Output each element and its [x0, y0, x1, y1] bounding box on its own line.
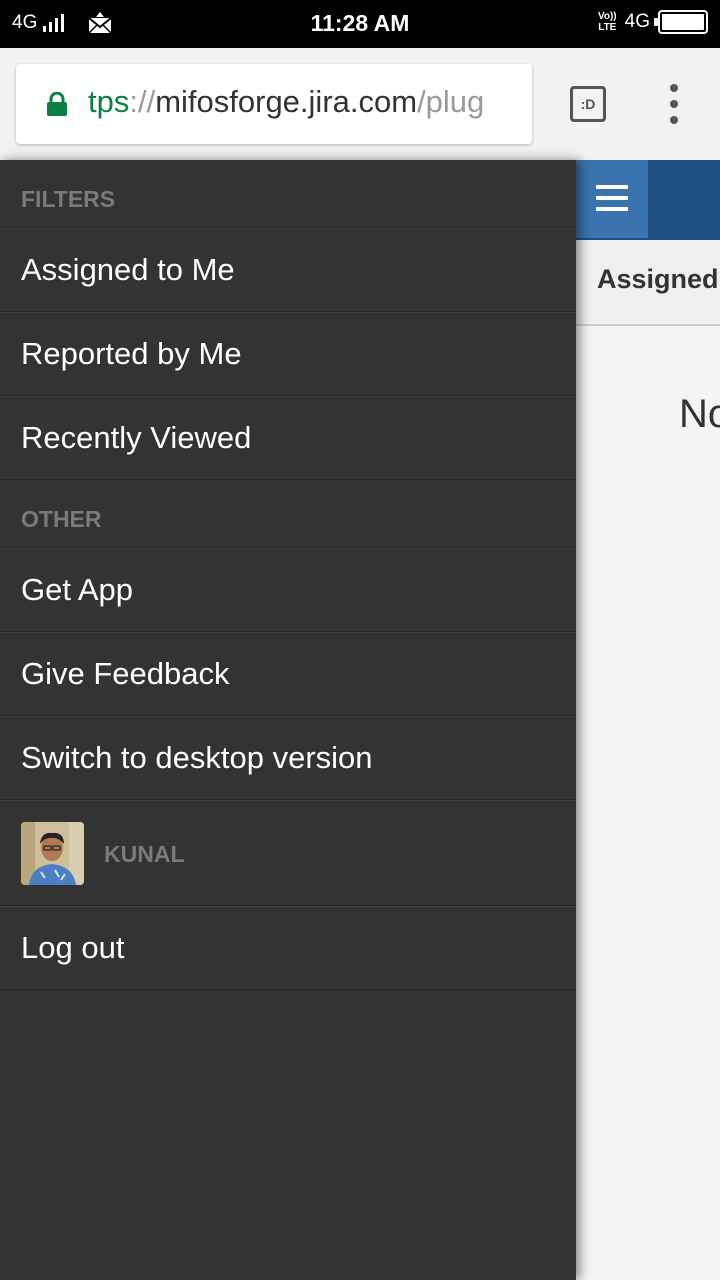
menu-item-assigned-to-me[interactable]: Assigned to Me	[0, 228, 576, 312]
network-type-right: 4G	[624, 11, 650, 32]
page-header	[576, 160, 720, 240]
status-bar: 4G 11:28 AM Vo)) LTE 4G	[0, 0, 720, 48]
hamburger-menu-icon[interactable]	[576, 160, 648, 238]
menu-item-recently-viewed[interactable]: Recently Viewed	[0, 396, 576, 480]
menu-item-log-out[interactable]: Log out	[0, 906, 576, 990]
other-heading: OTHER	[0, 480, 576, 548]
filters-heading: FILTERS	[0, 160, 576, 228]
volte-line2: LTE	[598, 22, 617, 33]
tab-switcher-button[interactable]: :D	[570, 86, 606, 122]
browser-menu-icon[interactable]	[662, 84, 686, 124]
status-right: Vo)) LTE 4G	[598, 10, 708, 34]
page-empty-message: No	[679, 392, 720, 436]
address-bar[interactable]: tps://mifosforge.jira.com/plug	[16, 64, 532, 144]
url-host: mifosforge.jira.com	[155, 84, 418, 119]
page-filter-title: Assigned t	[597, 264, 720, 294]
battery-icon	[654, 10, 708, 34]
url-separator: ://	[129, 84, 156, 119]
lock-icon	[46, 91, 68, 116]
url-scheme: tps	[88, 84, 130, 119]
menu-item-reported-by-me[interactable]: Reported by Me	[0, 312, 576, 396]
jira-page: Assigned t No	[576, 160, 720, 1280]
menu-item-switch-to-desktop[interactable]: Switch to desktop version	[0, 716, 576, 800]
browser-toolbar: tps://mifosforge.jira.com/plug :D	[0, 48, 720, 160]
volte-line1: Vo))	[597, 11, 617, 22]
url-text: tps://mifosforge.jira.com/plug	[88, 84, 484, 120]
url-path: /plug	[417, 84, 485, 119]
user-profile-row[interactable]: KUNAL	[0, 800, 576, 906]
menu-item-get-app[interactable]: Get App	[0, 548, 576, 632]
menu-item-give-feedback[interactable]: Give Feedback	[0, 632, 576, 716]
user-name: KUNAL	[104, 841, 185, 867]
avatar	[21, 822, 84, 885]
volte-badge: Vo)) LTE	[598, 11, 617, 33]
side-drawer: FILTERS Assigned to Me Reported by Me Re…	[0, 160, 576, 1280]
